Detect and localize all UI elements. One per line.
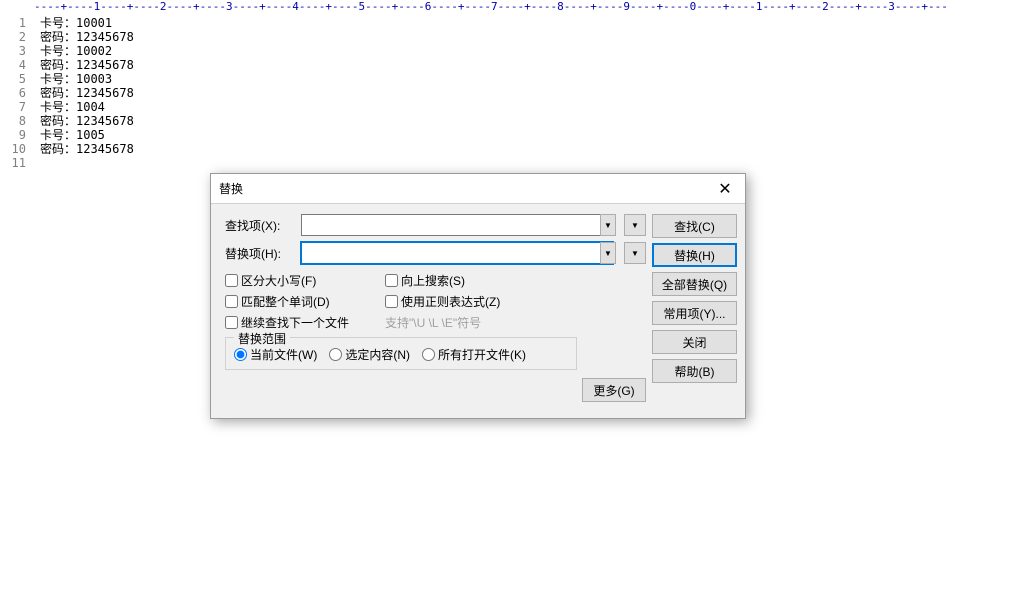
- replace-label: 替换项(H):: [225, 245, 297, 262]
- more-button[interactable]: 更多(G): [582, 378, 646, 402]
- common-items-button[interactable]: 常用项(Y)...: [652, 301, 737, 325]
- replace-history-button[interactable]: ▼: [624, 242, 646, 264]
- replace-input[interactable]: [301, 242, 613, 264]
- line-number: 7: [0, 100, 26, 114]
- code-line[interactable]: 卡号：1005: [40, 128, 134, 142]
- code-line[interactable]: 密码：12345678: [40, 30, 134, 44]
- find-history-button[interactable]: ▼: [624, 214, 646, 236]
- regex-hint: 支持"\U \L \E"符号: [385, 314, 646, 331]
- editor-area: 1234567891011 卡号：10001密码：12345678卡号：1000…: [0, 16, 1009, 170]
- help-button[interactable]: 帮助(B): [652, 359, 737, 383]
- scope-selection-radio[interactable]: 选定内容(N): [329, 346, 410, 363]
- dialog-titlebar[interactable]: 替换 ✕: [211, 174, 745, 204]
- find-label: 查找项(X):: [225, 217, 297, 234]
- code-line[interactable]: 卡号：10002: [40, 44, 134, 58]
- line-number: 4: [0, 58, 26, 72]
- chevron-down-icon: ▼: [604, 249, 612, 258]
- whole-word-label: 匹配整个单词(D): [241, 293, 330, 310]
- dialog-body: 查找项(X): ▼ ▼ 替换项(H): ▼ ▼ 区分大小写(F) 向上搜索(S): [211, 204, 745, 410]
- code-content[interactable]: 卡号：10001密码：12345678卡号：10002密码：12345678卡号…: [30, 16, 134, 170]
- close-icon: ✕: [718, 179, 731, 199]
- continue-next-file-label: 继续查找下一个文件: [241, 314, 349, 331]
- replace-scope-title: 替换范围: [234, 330, 290, 347]
- chevron-down-icon: ▼: [604, 221, 612, 230]
- line-number-gutter: 1234567891011: [0, 16, 30, 170]
- scope-current-file-radio[interactable]: 当前文件(W): [234, 346, 317, 363]
- line-number: 2: [0, 30, 26, 44]
- find-dropdown-arrow[interactable]: ▼: [600, 214, 616, 236]
- code-line[interactable]: 卡号：10001: [40, 16, 134, 30]
- line-number: 5: [0, 72, 26, 86]
- line-number: 10: [0, 142, 26, 156]
- line-number: 11: [0, 156, 26, 170]
- scope-all-open-radio[interactable]: 所有打开文件(K): [422, 346, 526, 363]
- column-ruler: ----+----1----+----2----+----3----+----4…: [0, 0, 1009, 16]
- code-line[interactable]: 密码：12345678: [40, 58, 134, 72]
- scope-selection-label: 选定内容(N): [345, 346, 410, 363]
- case-sensitive-label: 区分大小写(F): [241, 272, 316, 289]
- line-number: 8: [0, 114, 26, 128]
- continue-next-file-checkbox[interactable]: 继续查找下一个文件: [225, 314, 385, 331]
- chevron-down-icon: ▼: [631, 221, 639, 230]
- code-line[interactable]: 卡号：1004: [40, 100, 134, 114]
- replace-dropdown-arrow[interactable]: ▼: [600, 242, 616, 264]
- chevron-down-icon: ▼: [631, 249, 639, 258]
- search-up-label: 向上搜索(S): [401, 272, 465, 289]
- find-button[interactable]: 查找(C): [652, 214, 737, 238]
- code-line[interactable]: 密码：12345678: [40, 142, 134, 156]
- case-sensitive-checkbox[interactable]: 区分大小写(F): [225, 272, 385, 289]
- scope-current-file-label: 当前文件(W): [250, 346, 317, 363]
- dialog-title: 替换: [219, 180, 243, 197]
- line-number: 1: [0, 16, 26, 30]
- code-line[interactable]: 密码：12345678: [40, 86, 134, 100]
- code-line[interactable]: [40, 156, 134, 170]
- search-up-checkbox[interactable]: 向上搜索(S): [385, 272, 646, 289]
- replace-button[interactable]: 替换(H): [652, 243, 737, 267]
- use-regex-label: 使用正则表达式(Z): [401, 293, 500, 310]
- replace-all-button[interactable]: 全部替换(Q): [652, 272, 737, 296]
- code-line[interactable]: 密码：12345678: [40, 114, 134, 128]
- close-button[interactable]: ✕: [705, 175, 745, 203]
- close-dialog-button[interactable]: 关闭: [652, 330, 737, 354]
- replace-scope-group: 替换范围 当前文件(W) 选定内容(N) 所有打开文件(K): [225, 337, 577, 370]
- scope-all-open-label: 所有打开文件(K): [438, 346, 526, 363]
- replace-dialog: 替换 ✕ 查找项(X): ▼ ▼ 替换项(H): ▼ ▼ 区分大: [210, 173, 746, 419]
- line-number: 6: [0, 86, 26, 100]
- line-number: 3: [0, 44, 26, 58]
- find-input[interactable]: [301, 214, 613, 236]
- whole-word-checkbox[interactable]: 匹配整个单词(D): [225, 293, 385, 310]
- line-number: 9: [0, 128, 26, 142]
- use-regex-checkbox[interactable]: 使用正则表达式(Z): [385, 293, 646, 310]
- code-line[interactable]: 卡号：10003: [40, 72, 134, 86]
